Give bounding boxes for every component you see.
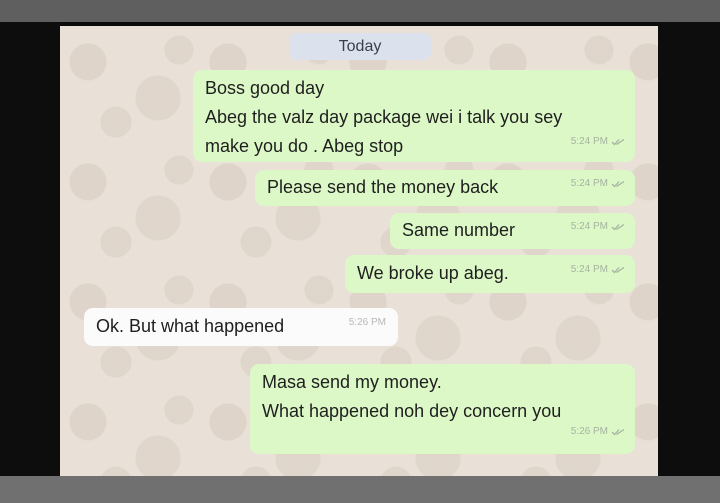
message-time: 5:24 PM [570,264,608,275]
left-frame-edge [0,22,60,476]
message-time: 5:24 PM [570,221,608,232]
message-bubble-incoming[interactable]: Ok. But what happened 5:26 PM [84,308,398,346]
double-check-icon [611,138,625,145]
message-time: 5:24 PM [570,178,608,189]
message-time: 5:26 PM [348,317,386,328]
message-meta: 5:24 PM [571,127,625,156]
message-meta: 5:24 PM [571,212,625,241]
message-bubble-outgoing[interactable]: Boss good day Abeg the valz day package … [193,70,635,162]
message-meta: 5:24 PM [571,169,625,198]
message-text-line: Boss good day [205,78,325,98]
double-check-icon [611,428,625,435]
message-text-line: Ok. But what happened [96,316,285,336]
message-time: 5:26 PM [570,426,608,437]
message-time: 5:24 PM [570,136,608,147]
top-frame-bar [0,0,720,22]
message-bubble-outgoing[interactable]: Please send the money back 5:24 PM [255,170,635,206]
message-text-line: Masa send my money. [262,372,442,392]
bottom-frame-bar [0,476,720,503]
date-separator-label: Today [338,37,382,55]
double-check-icon [611,223,625,230]
message-meta: 5:26 PM [571,417,625,446]
message-bubble-outgoing[interactable]: We broke up abeg. 5:24 PM [345,255,635,293]
message-meta: 5:26 PM [349,308,386,337]
message-bubble-outgoing[interactable]: Same number 5:24 PM [390,213,635,249]
message-bubble-outgoing[interactable]: Masa send my money. What happened noh de… [250,364,635,454]
double-check-icon [611,266,625,273]
double-check-icon [611,180,625,187]
message-meta: 5:24 PM [571,255,625,284]
right-frame-edge [658,22,720,476]
message-text-line: What happened noh dey concern you [262,401,562,421]
date-separator: Today [289,33,431,60]
message-text-line: make you do . Abeg stop [205,136,404,156]
message-text-line: Abeg the valz day package wei i talk you… [205,107,563,127]
message-text-line: Please send the money back [267,177,499,197]
chat-conversation-area[interactable]: Today Boss good day Abeg the valz day pa… [60,26,658,476]
